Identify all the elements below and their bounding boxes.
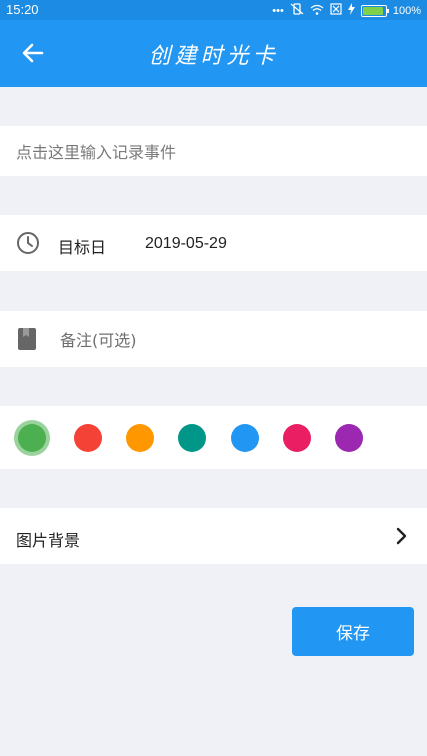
image-background-row[interactable]: 图片背景 [0,508,427,564]
wifi-icon [310,4,324,19]
more-dots-icon: ••• [272,5,284,17]
page-title: 创建时光卡 [148,44,279,69]
note-input[interactable] [58,327,412,353]
mute-vibrate-icon [290,3,304,19]
battery-percent: 100% [392,5,421,17]
image-background-label: 图片背景 [16,531,81,550]
app-bar: 创建时光卡 [0,20,427,87]
charging-icon [347,3,355,19]
color-swatch-teal[interactable] [178,424,206,452]
save-button[interactable]: 保存 [292,607,414,656]
clock-icon [17,232,39,254]
no-sim-icon [330,3,342,19]
battery-fill [362,7,383,15]
color-swatch-green[interactable] [18,424,46,452]
event-input[interactable] [14,139,418,165]
status-time: 15:20 [6,2,39,17]
bookmark-icon [18,328,36,350]
event-card [0,126,427,176]
date-value[interactable]: 2019-05-29 [145,235,227,253]
chevron-right-icon [396,527,407,545]
date-label: 目标日 [58,238,107,257]
battery-icon [360,5,389,17]
color-swatch-red[interactable] [74,424,102,452]
color-swatch-blue[interactable] [231,424,259,452]
color-swatch-orange[interactable] [126,424,154,452]
date-row[interactable]: 目标日 2019-05-29 [0,215,427,271]
color-swatch-purple[interactable] [335,424,363,452]
color-picker [0,406,427,469]
color-swatch-pink[interactable] [283,424,311,452]
status-icons: ••• 100% [272,3,421,19]
status-bar: 15:20 ••• 100% [0,0,427,20]
battery-tip [386,9,389,13]
note-card [0,311,427,367]
